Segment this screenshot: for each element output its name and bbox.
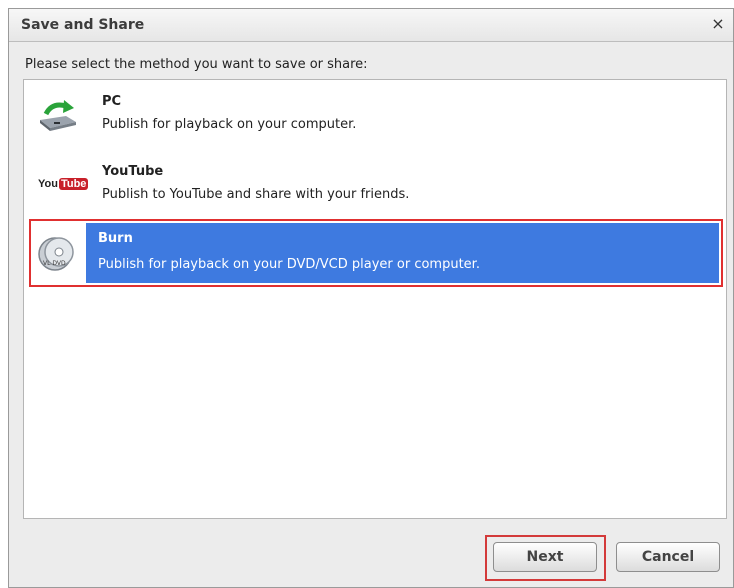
prompt-label: Please select the method you want to sav… (25, 57, 368, 72)
option-pc-description: Publish for playback on your computer. (102, 117, 357, 132)
title-bar: Save and Share × (9, 9, 733, 42)
next-button[interactable]: Next (493, 542, 597, 572)
method-list: PC Publish for playback on your computer… (23, 79, 727, 519)
option-youtube-name: YouTube (102, 164, 164, 179)
youtube-logo-tube: Tube (58, 178, 89, 190)
youtube-logo-you: You (38, 178, 58, 190)
close-icon[interactable]: × (709, 15, 727, 33)
option-pc-name: PC (102, 94, 122, 109)
option-youtube-description: Publish to YouTube and share with your f… (102, 187, 410, 202)
save-and-share-dialog: Save and Share × Please select the metho… (8, 8, 734, 588)
option-burn-description: Publish for playback on your DVD/VCD pla… (98, 257, 480, 272)
youtube-icon: You Tube (36, 168, 89, 202)
disc-label: VL DVD (43, 260, 66, 267)
option-burn[interactable]: VL DVD Burn Publish for playback on your… (29, 219, 723, 287)
option-burn-name: Burn (98, 231, 133, 246)
cancel-button[interactable]: Cancel (616, 542, 720, 572)
option-youtube[interactable]: You Tube YouTube Publish to YouTube and s… (32, 156, 720, 214)
option-pc[interactable]: PC Publish for playback on your computer… (32, 86, 720, 144)
disc-burn-icon: VL DVD (35, 235, 79, 271)
dialog-title: Save and Share (21, 17, 145, 33)
pc-publish-icon (36, 98, 80, 132)
selection-highlight (86, 223, 719, 283)
